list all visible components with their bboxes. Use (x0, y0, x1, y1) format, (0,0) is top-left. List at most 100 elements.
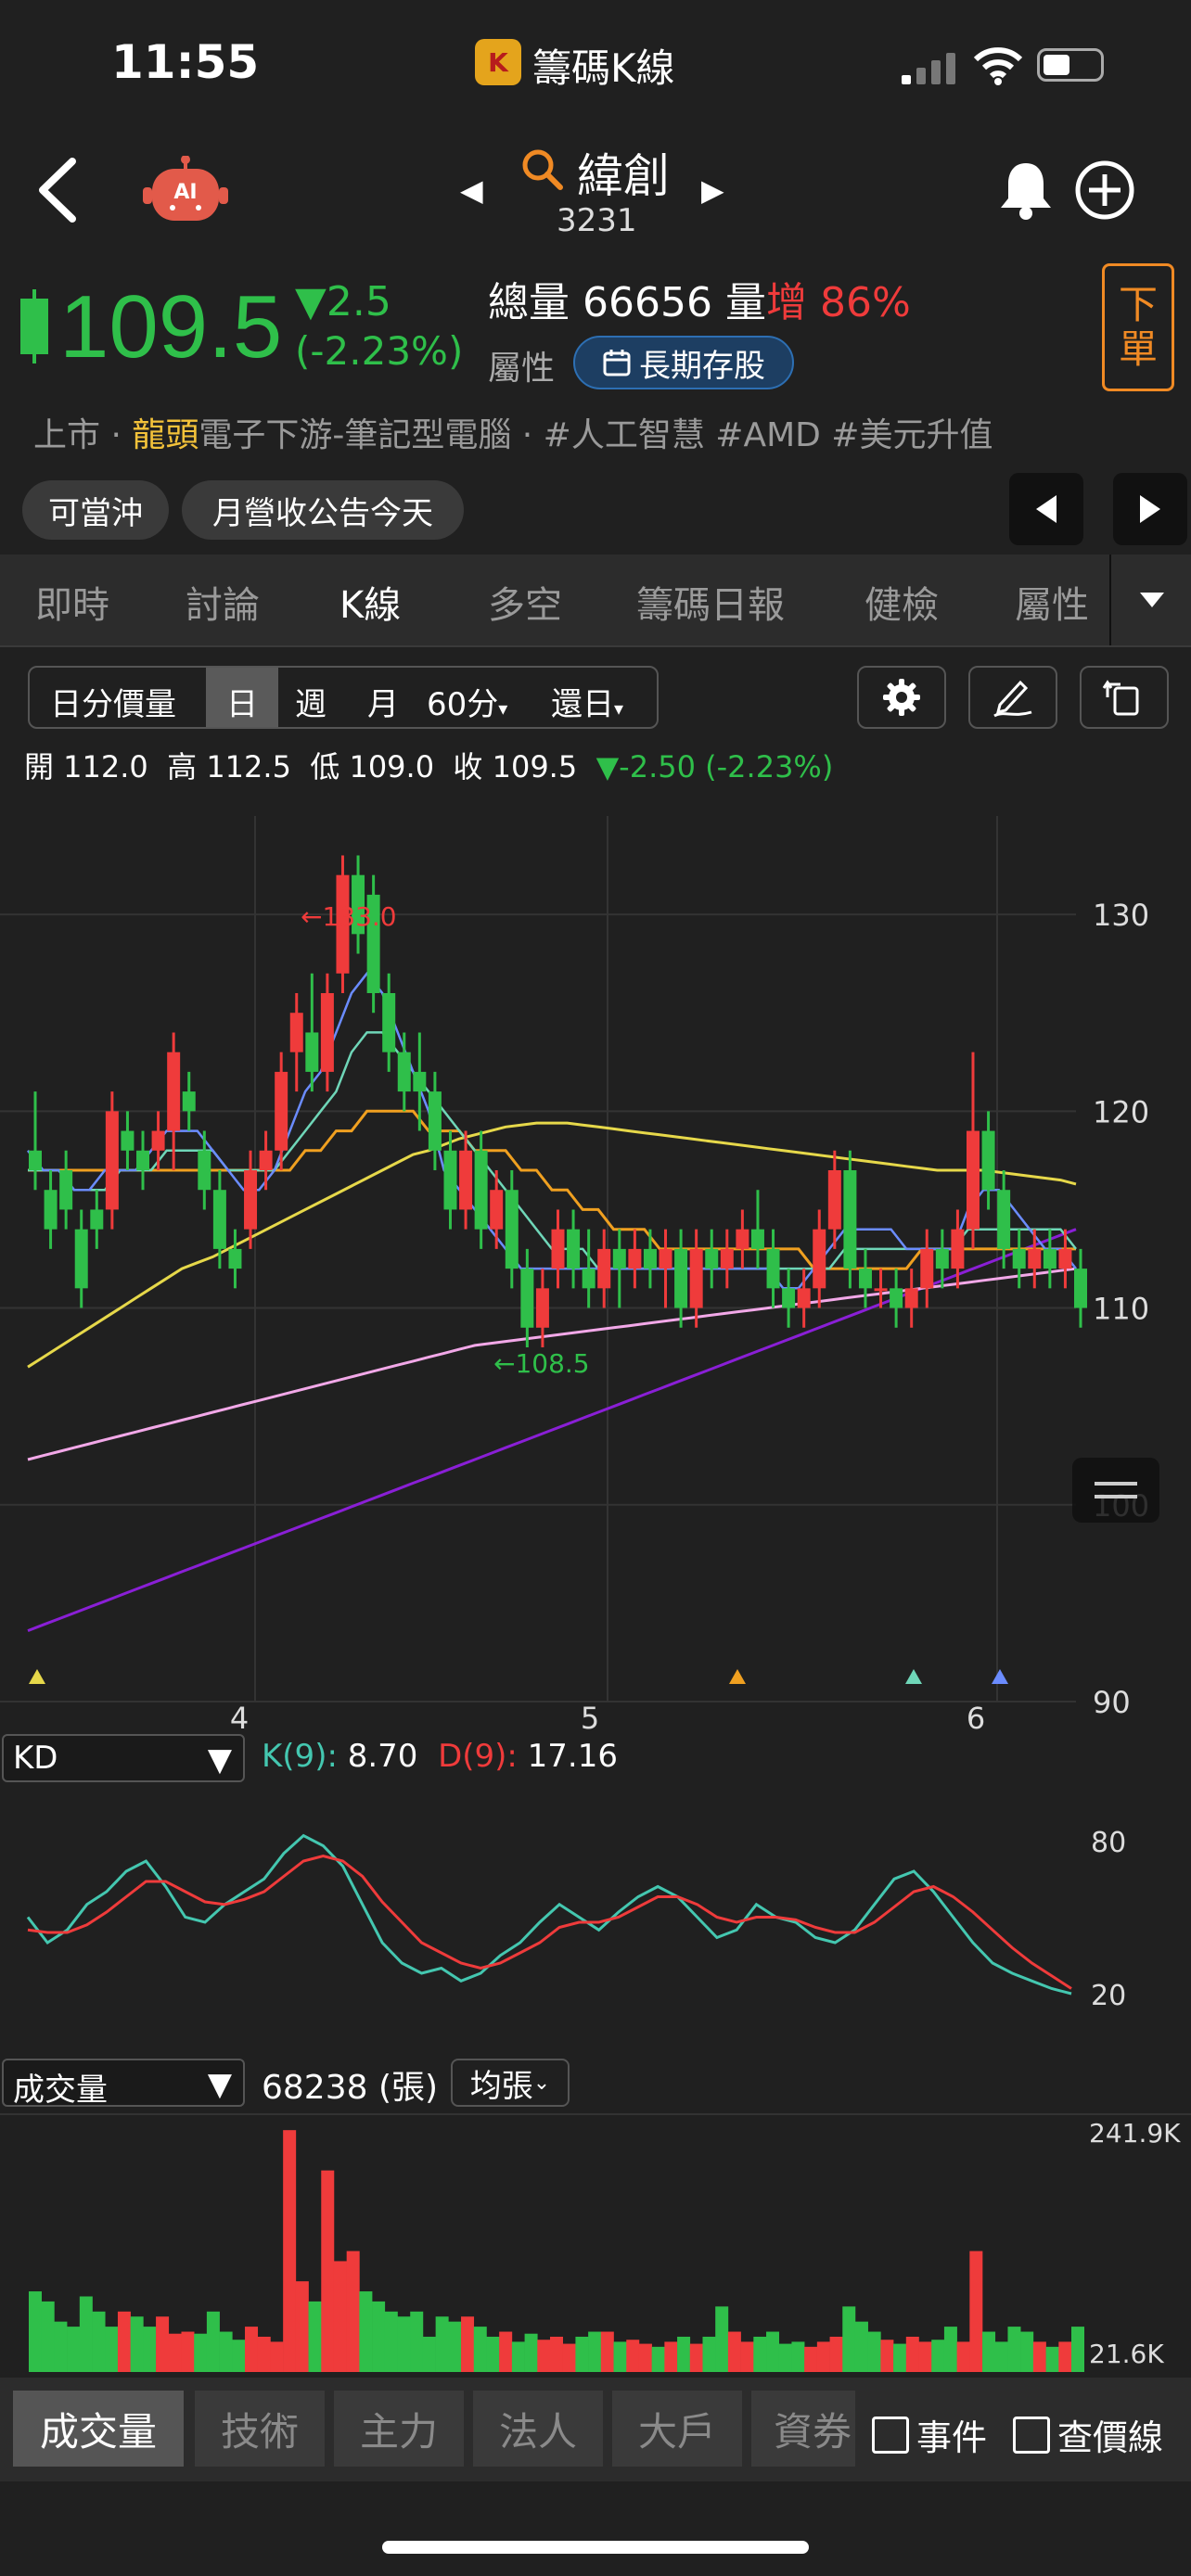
current-price: 109.5 (59, 277, 283, 376)
charts-area[interactable]: 13012011010090456←133.0←108.58020241.9K2… (0, 779, 1191, 2374)
prev-stock-arrow[interactable]: ◀ (460, 172, 483, 208)
volume-select[interactable]: 成交量 ▼ (2, 2059, 245, 2109)
next-button[interactable] (1113, 473, 1187, 545)
btab-big-holders[interactable]: 大戶 (612, 2391, 742, 2467)
bell-icon[interactable] (997, 159, 1055, 221)
period-60min[interactable]: 60分▾ (427, 679, 507, 724)
btab-margin[interactable]: 資券 (751, 2391, 855, 2467)
check-events[interactable]: 事件 (872, 2409, 987, 2460)
tab-kline[interactable]: K線 (339, 575, 401, 629)
candle-body (597, 1248, 611, 1289)
tab-discussion[interactable]: 討論 (186, 575, 260, 629)
home-indicator[interactable] (382, 2541, 809, 2554)
candle-body (643, 1248, 657, 1269)
candle-body (29, 1150, 42, 1170)
tab-chip-daily[interactable]: 籌碼日報 (636, 575, 785, 629)
next-stock-arrow[interactable]: ▶ (701, 172, 724, 208)
checkbox-price-line[interactable] (1013, 2416, 1050, 2454)
tag-leader: 龍頭 (132, 416, 199, 454)
event-marker-icon (905, 1669, 922, 1684)
volume-bar (626, 2340, 640, 2372)
pen-icon (993, 680, 1032, 718)
attribute-tag-button[interactable]: 長期存股 (573, 336, 794, 389)
tabs-more-button[interactable] (1109, 555, 1191, 645)
candle-body (320, 993, 334, 1072)
settings-button[interactable] (857, 666, 946, 729)
add-icon[interactable] (1074, 159, 1135, 221)
volume-unit: 量 (724, 279, 766, 326)
candle-body (981, 1130, 995, 1191)
rotate-button[interactable] (1080, 666, 1169, 729)
search-icon[interactable] (519, 147, 564, 191)
volume-value-label: 68238 (張) (262, 2069, 439, 2107)
chip-revenue-announce[interactable]: 月營收公告今天 (182, 480, 464, 540)
volume-bar (550, 2336, 563, 2372)
volume-bar (956, 2341, 970, 2372)
checkbox-events[interactable] (872, 2416, 909, 2454)
candle-body (827, 1170, 841, 1230)
candle-body (612, 1248, 626, 1269)
candle-body (167, 1052, 181, 1131)
volume-bar (816, 2341, 830, 2372)
period-week[interactable]: 週 (295, 679, 327, 724)
y-tick-label: 120 (1093, 1094, 1149, 1129)
chip-day-trade[interactable]: 可當沖 (22, 480, 169, 540)
volume-bar (410, 2311, 424, 2372)
kd-tick-label: 80 (1091, 1827, 1126, 1859)
low-annotation: ←108.5 (493, 1348, 590, 1379)
select-arrow-icon: ▼ (207, 1741, 232, 1779)
volume-bar (613, 2341, 627, 2372)
vol-tick-label: 21.6K (1089, 2339, 1164, 2369)
triangle-right-icon (1140, 495, 1160, 523)
candle-body (874, 1288, 888, 1292)
btab-institutional[interactable]: 法人 (473, 2391, 603, 2467)
volume-bar (664, 2341, 678, 2372)
vol-tick-label: 241.9K (1089, 2118, 1181, 2149)
candle-body (858, 1269, 872, 1289)
volume-bar (1058, 2341, 1072, 2372)
calendar-icon (603, 350, 631, 376)
candle-body (843, 1170, 857, 1269)
volume-bar (702, 2336, 716, 2372)
stock-name[interactable]: 緯創 (577, 139, 670, 206)
back-icon[interactable] (35, 158, 82, 223)
candle-body (966, 1130, 980, 1230)
indicator-select[interactable]: KD ▼ (2, 1734, 245, 1782)
volume-bar (168, 2333, 182, 2372)
candle-body (212, 1190, 226, 1249)
battery-icon (1037, 48, 1104, 82)
tab-attributes[interactable]: 屬性 (1015, 575, 1089, 629)
check-price-line[interactable]: 查價線 (1013, 2409, 1163, 2460)
volume-bar (245, 2327, 259, 2372)
period-day[interactable]: 日 (226, 679, 258, 724)
candle-body (813, 1229, 826, 1289)
btab-main-force[interactable]: 主力 (334, 2391, 464, 2467)
tab-bull-bear[interactable]: 多空 (488, 575, 562, 629)
volume-bar (384, 2311, 398, 2372)
ai-robot-icon[interactable]: AI (139, 156, 232, 230)
draw-button[interactable] (968, 666, 1057, 729)
tab-health-check[interactable]: 健檢 (864, 575, 939, 629)
period-month[interactable]: 月 (367, 679, 399, 724)
period-intraday-volume[interactable]: 日分價量 (50, 679, 176, 724)
volume-bar (880, 2340, 894, 2372)
tab-realtime[interactable]: 即時 (35, 575, 109, 629)
period-adjust[interactable]: 還日▾ (551, 679, 623, 724)
btab-technical[interactable]: 技術 (195, 2391, 325, 2467)
volume-bar (67, 2327, 81, 2372)
btab-volume[interactable]: 成交量 (13, 2391, 184, 2467)
volume-bar (588, 2331, 602, 2372)
x-tick-label: 4 (230, 1701, 249, 1736)
y-tick-label: 90 (1093, 1685, 1131, 1720)
avg-lot-button[interactable]: 均張 ⌄ (451, 2059, 570, 2107)
d-line (27, 1854, 1072, 1990)
volume-bar (766, 2331, 780, 2372)
volume-bar (295, 2281, 309, 2372)
order-button[interactable]: 下 單 (1102, 263, 1174, 391)
tag-rest: 電子下游-筆記型電腦 · #人工智慧 #AMD #美元升值 (198, 416, 993, 454)
candle-body (105, 1111, 119, 1210)
volume-bar (740, 2341, 754, 2372)
volume-bar (931, 2340, 945, 2372)
price-change: ▼2.5 (295, 278, 391, 325)
prev-button[interactable] (1009, 473, 1083, 545)
